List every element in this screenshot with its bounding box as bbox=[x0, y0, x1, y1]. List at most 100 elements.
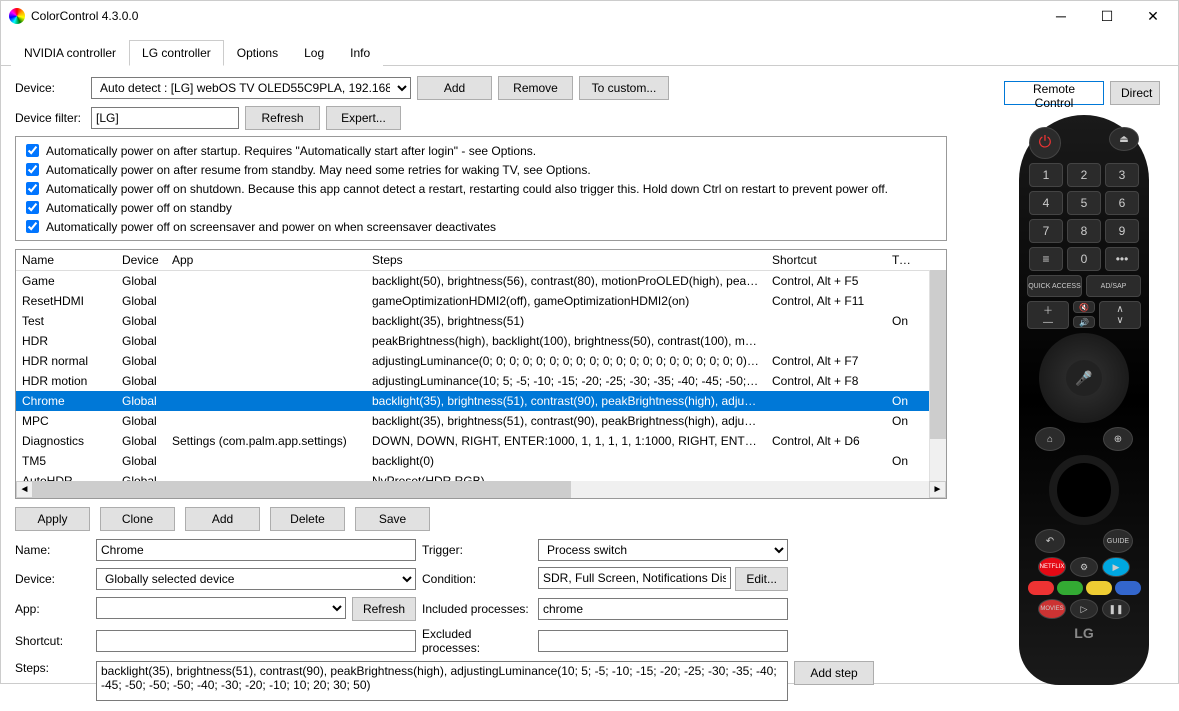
input-icon[interactable]: ⊕ bbox=[1103, 427, 1133, 451]
name-input[interactable] bbox=[96, 539, 416, 561]
movies-button[interactable]: MOVIES bbox=[1038, 599, 1066, 619]
table-row[interactable]: AutoHDRGlobalNvPreset(HDR RGB) bbox=[16, 471, 946, 481]
col-steps[interactable]: Steps bbox=[366, 250, 766, 270]
to-custom-button[interactable]: To custom... bbox=[579, 76, 669, 100]
clone-button[interactable]: Clone bbox=[100, 507, 175, 531]
table-row[interactable]: DiagnosticsGlobalSettings (com.palm.app.… bbox=[16, 431, 946, 451]
table-row[interactable]: TestGlobalbacklight(35), brightness(51)O… bbox=[16, 311, 946, 331]
opt-shutdown-check[interactable] bbox=[26, 182, 39, 195]
add-step-button[interactable]: Add step bbox=[794, 661, 874, 685]
table-row[interactable]: GameGlobalbacklight(50), brightness(56),… bbox=[16, 271, 946, 291]
opt-startup-check[interactable] bbox=[26, 144, 39, 157]
tab-log[interactable]: Log bbox=[291, 40, 337, 66]
tab-nvidia[interactable]: NVIDIA controller bbox=[11, 40, 129, 66]
play-icon[interactable]: ▷ bbox=[1070, 599, 1098, 619]
num-2[interactable]: 2 bbox=[1067, 163, 1101, 187]
num-7[interactable]: 7 bbox=[1029, 219, 1063, 243]
table-row[interactable]: HDRGlobalpeakBrightness(high), backlight… bbox=[16, 331, 946, 351]
remote-image: ⏻ ⏏ 123 456 789 ≡0••• QUICK ACCESSAD/SAP… bbox=[1019, 115, 1149, 685]
excluded-input[interactable] bbox=[538, 630, 788, 652]
num-9[interactable]: 9 bbox=[1105, 219, 1139, 243]
num-0[interactable]: 0 bbox=[1067, 247, 1101, 271]
back-icon[interactable]: ↶ bbox=[1035, 529, 1065, 553]
refresh-devices-button[interactable]: Refresh bbox=[245, 106, 320, 130]
trigger-select[interactable]: Process switch bbox=[538, 539, 788, 561]
settings-icon[interactable]: ⚙ bbox=[1070, 557, 1098, 577]
app-icon bbox=[9, 8, 25, 24]
opt-standby-check[interactable] bbox=[26, 201, 39, 214]
tab-options[interactable]: Options bbox=[224, 40, 291, 66]
col-trigger[interactable]: Trigger bbox=[886, 250, 916, 270]
vertical-scrollbar[interactable] bbox=[929, 270, 946, 481]
mute-icon[interactable]: 🔇 bbox=[1073, 301, 1095, 313]
add-device-button[interactable]: Add bbox=[417, 76, 492, 100]
minimize-button[interactable]: ─ bbox=[1038, 1, 1084, 31]
tab-lg[interactable]: LG controller bbox=[129, 40, 224, 66]
mic-ring[interactable]: 🎤 bbox=[1039, 333, 1129, 423]
app-select[interactable] bbox=[96, 597, 346, 619]
edit-condition-button[interactable]: Edit... bbox=[735, 567, 788, 591]
num-3[interactable]: 3 bbox=[1105, 163, 1139, 187]
num-4[interactable]: 4 bbox=[1029, 191, 1063, 215]
direct-button[interactable]: Direct bbox=[1110, 81, 1160, 105]
col-device[interactable]: Device bbox=[116, 250, 166, 270]
device-select[interactable]: Auto detect : [LG] webOS TV OLED55C9PLA,… bbox=[91, 77, 411, 99]
mic-icon[interactable]: 🎤 bbox=[1066, 360, 1102, 396]
remove-device-button[interactable]: Remove bbox=[498, 76, 573, 100]
num-5[interactable]: 5 bbox=[1067, 191, 1101, 215]
maximize-button[interactable]: ☐ bbox=[1084, 1, 1130, 31]
close-button[interactable]: ✕ bbox=[1130, 1, 1176, 31]
device2-select[interactable]: Globally selected device bbox=[96, 568, 416, 590]
pause-icon[interactable]: ❚❚ bbox=[1102, 599, 1130, 619]
tab-info[interactable]: Info bbox=[337, 40, 383, 66]
col-app[interactable]: App bbox=[166, 250, 366, 270]
shortcut-input[interactable] bbox=[96, 630, 416, 652]
apply-button[interactable]: Apply bbox=[15, 507, 90, 531]
opt-screensaver-check[interactable] bbox=[26, 220, 39, 233]
more-icon[interactable]: ••• bbox=[1105, 247, 1139, 271]
expert-button[interactable]: Expert... bbox=[326, 106, 401, 130]
horizontal-scrollbar[interactable]: ◄► bbox=[16, 481, 946, 498]
steps-textarea[interactable]: backlight(35), brightness(51), contrast(… bbox=[96, 661, 788, 701]
num-8[interactable]: 8 bbox=[1067, 219, 1101, 243]
shortcut-label: Shortcut: bbox=[15, 634, 90, 648]
ad-sap[interactable]: AD/SAP bbox=[1086, 275, 1141, 297]
name-label: Name: bbox=[15, 543, 90, 557]
yellow-button[interactable] bbox=[1086, 581, 1112, 595]
condition-input[interactable] bbox=[538, 567, 731, 589]
remote-control-button[interactable]: Remote Control bbox=[1004, 81, 1104, 105]
add-preset-button[interactable]: Add bbox=[185, 507, 260, 531]
guide-icon[interactable]: GUIDE bbox=[1103, 529, 1133, 553]
power-icon[interactable]: ⏻ bbox=[1029, 127, 1061, 159]
red-button[interactable] bbox=[1028, 581, 1054, 595]
prime-button[interactable]: ▶ bbox=[1102, 557, 1130, 577]
list-icon[interactable]: ≡ bbox=[1029, 247, 1063, 271]
ch-rocker[interactable]: ∧∨ bbox=[1099, 301, 1141, 329]
table-row[interactable]: TM5Globalbacklight(0)On bbox=[16, 451, 946, 471]
table-row[interactable]: ResetHDMIGlobalgameOptimizationHDMI2(off… bbox=[16, 291, 946, 311]
scroll-wheel[interactable] bbox=[1049, 455, 1119, 525]
opt-resume-check[interactable] bbox=[26, 163, 39, 176]
blue-button[interactable] bbox=[1115, 581, 1141, 595]
col-name[interactable]: Name bbox=[16, 250, 116, 270]
table-row[interactable]: ChromeGlobalbacklight(35), brightness(51… bbox=[16, 391, 946, 411]
eject-icon[interactable]: ⏏ bbox=[1109, 127, 1139, 151]
quick-access[interactable]: QUICK ACCESS bbox=[1027, 275, 1082, 297]
table-row[interactable]: HDR normalGlobaladjustingLuminance(0; 0;… bbox=[16, 351, 946, 371]
table-row[interactable]: HDR motionGlobaladjustingLuminance(10; 5… bbox=[16, 371, 946, 391]
home-icon[interactable]: ⌂ bbox=[1035, 427, 1065, 451]
table-row[interactable]: MPCGlobalbacklight(35), brightness(51), … bbox=[16, 411, 946, 431]
vol-rocker[interactable]: ＋― bbox=[1027, 301, 1069, 329]
num-1[interactable]: 1 bbox=[1029, 163, 1063, 187]
window-title: ColorControl 4.3.0.0 bbox=[31, 9, 1038, 23]
green-button[interactable] bbox=[1057, 581, 1083, 595]
speaker-icon[interactable]: 🔊 bbox=[1073, 316, 1095, 328]
col-shortcut[interactable]: Shortcut bbox=[766, 250, 886, 270]
netflix-button[interactable]: NETFLIX bbox=[1038, 557, 1066, 577]
refresh-apps-button[interactable]: Refresh bbox=[352, 597, 416, 621]
filter-input[interactable] bbox=[91, 107, 239, 129]
delete-button[interactable]: Delete bbox=[270, 507, 345, 531]
num-6[interactable]: 6 bbox=[1105, 191, 1139, 215]
included-input[interactable] bbox=[538, 598, 788, 620]
save-button[interactable]: Save bbox=[355, 507, 430, 531]
